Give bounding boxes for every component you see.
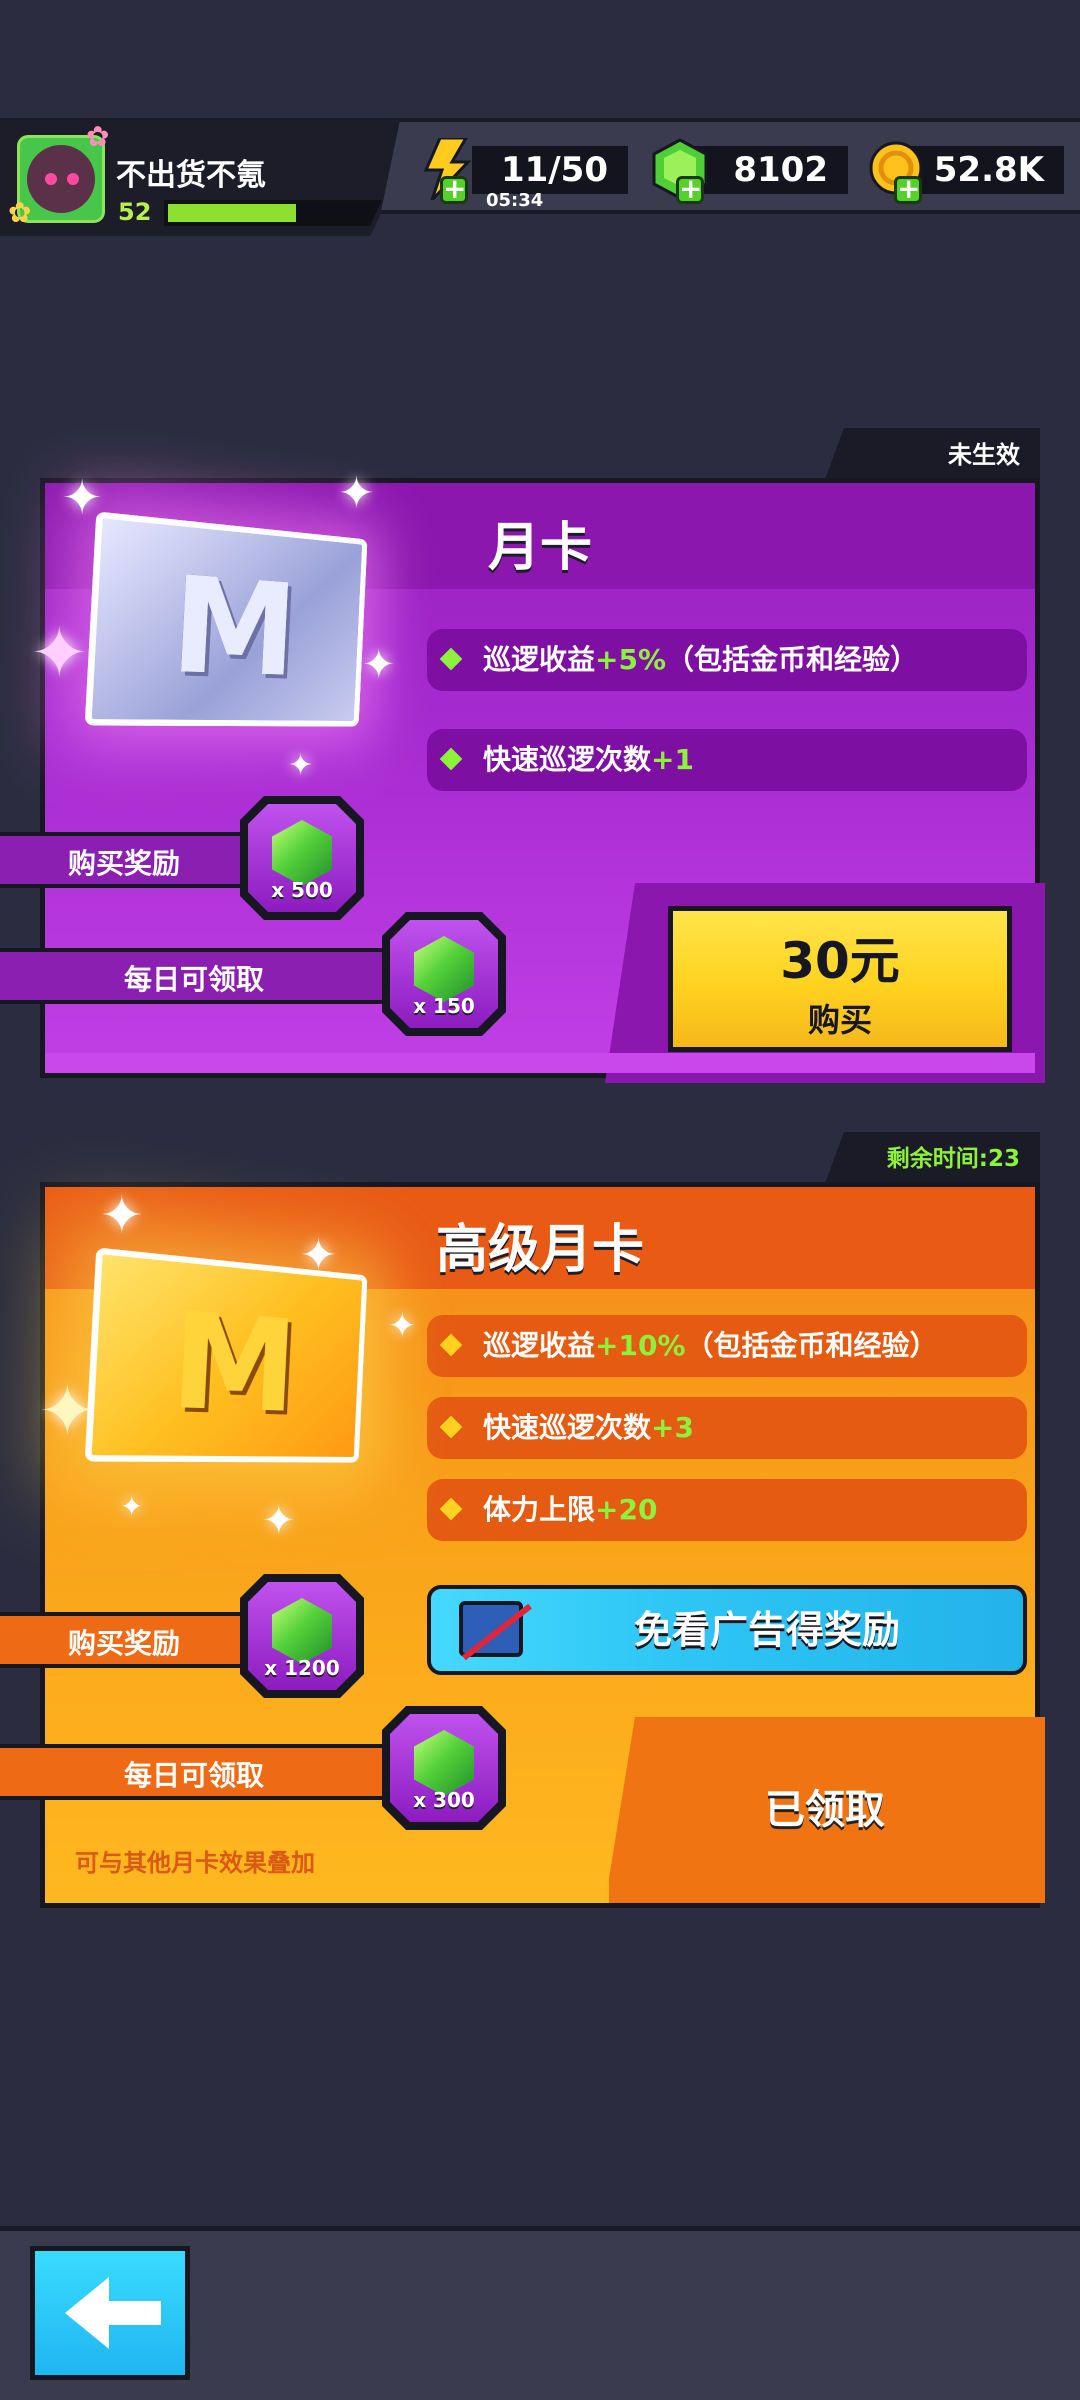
gem-icon	[272, 820, 332, 886]
no-ads-slash	[462, 1604, 532, 1660]
feature-text: 巡逻收益	[483, 1329, 595, 1362]
player-level: 52	[118, 198, 151, 226]
energy-counter: 11/50	[472, 146, 628, 194]
feature-suffix: （包括金币和经验）	[686, 1329, 938, 1362]
buy-price: 30元	[673, 921, 1007, 993]
sparkle-icon: ✦	[388, 1306, 417, 1346]
feature-text: 巡逻收益	[483, 643, 595, 676]
sparkle-icon: ✦	[30, 612, 89, 694]
card-art-letter: M	[93, 540, 362, 706]
gem-icon	[414, 936, 474, 1002]
sparkle-icon: ✦	[300, 1230, 337, 1281]
purchase-reward-label: 购买奖励	[0, 832, 252, 888]
card-art-letter: M	[93, 1276, 362, 1442]
gem-slot-inner: x 150	[390, 920, 498, 1028]
bullet-icon	[440, 1334, 463, 1357]
feature-bonus: +5%	[595, 643, 666, 676]
reward-quantity: x 1200	[248, 1656, 356, 1680]
back-button[interactable]	[30, 2246, 190, 2380]
feature-suffix: （包括金币和经验）	[666, 643, 918, 676]
stack-note: 可与其他月卡效果叠加	[75, 1843, 315, 1878]
avatar-eye	[67, 173, 79, 185]
gem-slot-inner: x 300	[390, 1714, 498, 1822]
gem-icon	[414, 1730, 474, 1796]
feature-row: 快速巡逻次数+3	[427, 1397, 1027, 1459]
flower-icon: ✿	[86, 122, 116, 152]
coin-counter: 52.8K	[904, 146, 1064, 194]
feature-bonus: +1	[651, 743, 694, 776]
gem-icon	[272, 1598, 332, 1664]
purchase-reward-slot: x 500	[240, 796, 364, 920]
feature-text: 快速巡逻次数	[483, 1411, 651, 1444]
feature-text: 体力上限	[483, 1493, 595, 1526]
daily-reward-slot: x 300	[382, 1706, 506, 1830]
buy-button[interactable]: 30元 购买	[668, 906, 1012, 1052]
sparkle-icon: ✦	[288, 748, 313, 783]
sparkle-icon: ✦	[38, 1370, 97, 1452]
xp-bar-fill	[168, 204, 296, 222]
reward-quantity: x 150	[390, 994, 498, 1018]
no-ads-icon	[459, 1601, 523, 1657]
reward-quantity: x 300	[390, 1788, 498, 1812]
player-name: 不出货不氪	[116, 150, 266, 194]
feature-row: 巡逻收益+10%（包括金币和经验）	[427, 1315, 1027, 1377]
sparkle-icon: ✦	[262, 1498, 296, 1544]
feature-row: 快速巡逻次数+1	[427, 729, 1027, 791]
feature-text: 快速巡逻次数	[483, 743, 651, 776]
sparkle-icon: ✦	[338, 468, 375, 519]
bullet-icon	[440, 1498, 463, 1521]
buy-label: 购买	[673, 995, 1007, 1041]
gem-slot-inner: x 500	[248, 804, 356, 912]
feature-bonus: +10%	[595, 1329, 685, 1362]
daily-reward-label: 每日可领取	[0, 948, 392, 1004]
claimed-status: 已领取	[605, 1777, 1045, 1835]
flower-icon: ✿	[8, 198, 38, 228]
sparkle-icon: ✦	[62, 470, 102, 526]
gem-slot-inner: x 1200	[248, 1582, 356, 1690]
daily-reward-slot: x 150	[382, 912, 506, 1036]
feature-bonus: +20	[595, 1493, 657, 1526]
ad-free-reward-label: 免看广告得奖励	[634, 1608, 900, 1652]
ad-free-reward-button[interactable]: 免看广告得奖励	[427, 1585, 1027, 1675]
monthly-card-art: M	[85, 511, 368, 726]
purchase-reward-slot: x 1200	[240, 1574, 364, 1698]
add-gems-button[interactable]: +	[676, 176, 704, 204]
sparkle-icon: ✦	[120, 1490, 143, 1523]
status-badge: 未生效	[824, 428, 1040, 482]
purchase-reward-label: 购买奖励	[0, 1612, 252, 1668]
bullet-icon	[440, 748, 463, 771]
energy-timer: 05:34	[486, 190, 543, 211]
back-arrow-icon	[65, 2277, 161, 2349]
remaining-time-badge: 剩余时间:23天	[824, 1132, 1040, 1186]
sparkle-icon: ✦	[362, 642, 396, 688]
card-footer	[45, 1053, 1035, 1073]
reward-quantity: x 500	[248, 878, 356, 902]
bullet-icon	[440, 1416, 463, 1439]
bullet-icon	[440, 648, 463, 671]
add-energy-button[interactable]: +	[440, 176, 468, 204]
sparkle-icon: ✦	[100, 1186, 144, 1246]
feature-bonus: +3	[651, 1411, 694, 1444]
feature-row: 巡逻收益+5%（包括金币和经验）	[427, 629, 1027, 691]
daily-reward-label: 每日可领取	[0, 1744, 392, 1800]
add-coins-button[interactable]: +	[894, 176, 922, 204]
avatar-eye	[45, 173, 57, 185]
feature-row: 体力上限+20	[427, 1479, 1027, 1541]
